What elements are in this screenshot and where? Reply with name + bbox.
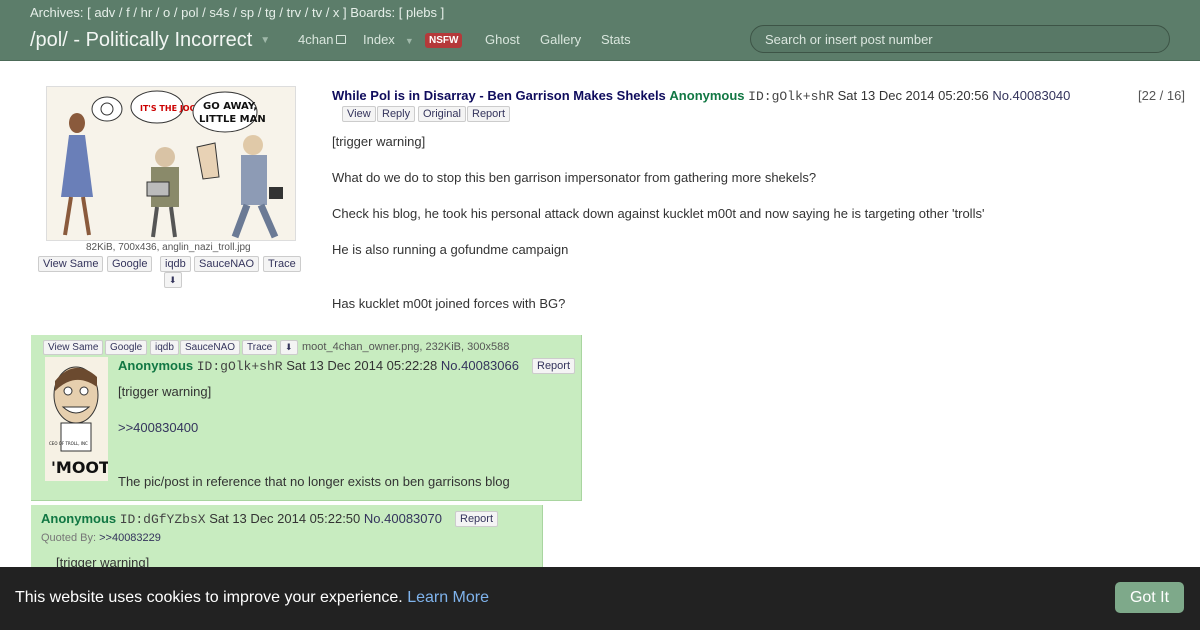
op-body-line: Has kucklet m00t joined forces with BG? [332,296,566,311]
trace-button[interactable]: Trace [242,340,278,355]
archive-link-s4s[interactable]: s4s [209,5,229,20]
op-poster-id[interactable]: ID:gOlk+shR [748,89,834,104]
view-same-button[interactable]: View Same [43,340,104,355]
thumb-bubble-text: GO AWAY, [203,101,257,112]
reply-post-header: Anonymous ID:gOlk+shR Sat 13 Dec 2014 05… [118,358,519,374]
learn-more-link[interactable]: Learn More [407,589,489,606]
reply-date: Sat 13 Dec 2014 05:22:28 [286,358,438,373]
nav-4chan-link[interactable]: 4chan [298,32,347,47]
quoted-by-link[interactable]: >>40083229 [99,532,161,544]
archive-link-pol[interactable]: pol [181,5,198,20]
saucenao-button[interactable]: SauceNAO [194,256,260,272]
archive-link-trv[interactable]: trv [287,5,301,20]
external-link-icon [336,35,347,44]
caricature-image: CEO OF TROLL, INC 'MOOT' [45,357,108,481]
chevron-down-icon: ▼ [404,36,414,46]
original-button[interactable]: Original [418,106,466,122]
archive-link-tg[interactable]: tg [265,5,276,20]
boards-label: Boards: [350,5,396,20]
saucenao-button[interactable]: SauceNAO [180,340,241,355]
cartoon-image: IT'S THE JOOS! GO AWAY, LITTLE MAN [47,87,295,240]
thumb-small-text: CEO OF TROLL, INC [49,441,88,446]
op-body-line: [trigger warning] [332,134,426,149]
reply-thumbnail[interactable]: CEO OF TROLL, INC 'MOOT' [45,357,108,481]
op-file-info: 82KiB, 700x436, anglin_nazi_troll.jpg [86,242,251,253]
google-button[interactable]: Google [105,340,148,355]
search-input[interactable] [750,25,1170,53]
reply-post-number[interactable]: No.40083070 [364,511,442,526]
nav-ghost-link[interactable]: Ghost [485,32,520,47]
archive-link-o[interactable]: o [163,5,170,20]
iqdb-button[interactable]: iqdb [160,256,191,272]
reply-button[interactable]: Reply [377,106,416,122]
cookie-message: This website uses cookies to improve you… [15,589,490,606]
archive-link-f[interactable]: f [126,5,130,20]
top-bar: Archives: [ adv / f / hr / o / pol / s4s… [0,0,1200,61]
archive-link-hr[interactable]: hr [141,5,153,20]
reply-counter: [22 / 16] [1138,88,1185,103]
op-thumbnail[interactable]: IT'S THE JOOS! GO AWAY, LITTLE MAN [46,86,296,241]
download-icon[interactable]: ⬇ [164,272,182,288]
op-body-line: What do we do to stop this ben garrison … [332,170,817,185]
archives-bar: Archives: [ adv / f / hr / o / pol / s4s… [30,5,445,20]
reply-body-line: [trigger warning] [118,384,212,399]
reply-poster-id[interactable]: ID:dGfYZbsX [120,512,206,527]
quote-link[interactable]: >>400830400 [118,420,198,435]
reply-file-info: moot_4chan_owner.png, 232KiB, 300x588 [302,341,510,353]
reply-post-header: Anonymous ID:dGfYZbsX Sat 13 Dec 2014 05… [41,511,442,527]
trace-button[interactable]: Trace [263,256,301,272]
archive-link-adv[interactable]: adv [94,5,115,20]
view-same-button[interactable]: View Same [38,256,104,272]
google-button[interactable]: Google [107,256,153,272]
nav-index-dropdown[interactable]: Index ▼ [363,32,414,47]
archive-link-sp[interactable]: sp [240,5,254,20]
download-icon[interactable]: ⬇ [280,340,298,355]
thumb-caption: 'MOOT' [51,458,108,477]
quoted-by: Quoted By: >>40083229 [41,532,161,544]
report-button[interactable]: Report [455,511,499,527]
reply-post-number[interactable]: No.40083066 [441,358,519,373]
op-post-header: While Pol is in Disarray - Ben Garrison … [332,88,1070,104]
reply-date: Sat 13 Dec 2014 05:22:50 [209,511,361,526]
board-link-plebs[interactable]: plebs [406,5,437,20]
chevron-down-icon: ▼ [260,35,271,47]
reply-body-line: The pic/post in reference that no longer… [118,474,510,489]
nsfw-badge: NSFW [425,33,463,48]
archive-link-tv[interactable]: tv [312,5,322,20]
op-date: Sat 13 Dec 2014 05:20:56 [837,88,989,103]
thumb-bubble-text: LITTLE MAN [199,114,266,125]
view-button[interactable]: View [342,106,376,122]
archives-label: Archives: [30,5,84,20]
report-button[interactable]: Report [532,358,576,374]
op-post-number[interactable]: No.40083040 [992,88,1070,103]
nav-stats-link[interactable]: Stats [601,32,631,47]
op-body-line: Check his blog, he took his personal att… [332,206,985,221]
report-button[interactable]: Report [467,106,511,122]
op-subject: While Pol is in Disarray - Ben Garrison … [332,88,666,103]
got-it-button[interactable]: Got It [1115,582,1184,613]
board-title[interactable]: /pol/ - Politically Incorrect ▼ [30,29,270,52]
iqdb-button[interactable]: iqdb [150,340,179,355]
nav-gallery-link[interactable]: Gallery [540,32,581,47]
reply-poster-name: Anonymous [118,358,194,373]
cookie-banner: This website uses cookies to improve you… [0,567,1200,630]
reply-poster-name: Anonymous [41,511,117,526]
archive-link-x[interactable]: x [333,5,340,20]
op-poster-name: Anonymous [669,88,745,103]
op-body-line: He is also running a gofundme campaign [332,242,569,257]
reply-poster-id[interactable]: ID:gOlk+shR [197,359,283,374]
